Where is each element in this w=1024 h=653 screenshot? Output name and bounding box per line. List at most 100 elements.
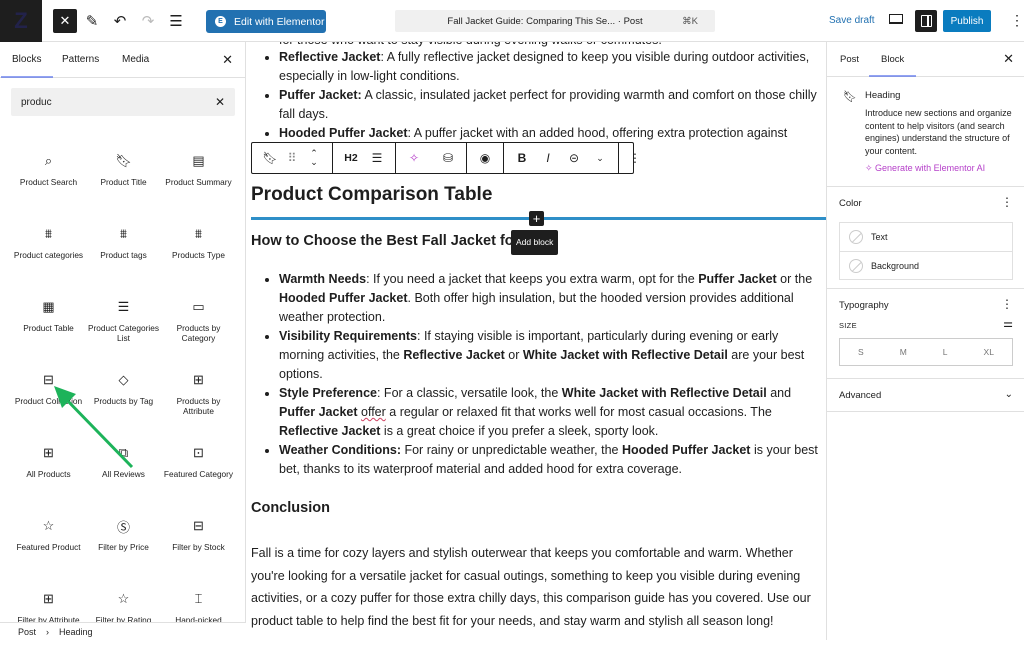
block-item-products-by-category[interactable]: ▭ Products by Category	[161, 288, 236, 361]
block-item-product-categories-list[interactable]: ☰ Product Categories List	[86, 288, 161, 361]
tab-patterns[interactable]: Patterns	[62, 54, 99, 65]
typography-options-icon[interactable]: ⋮	[1001, 297, 1013, 311]
block-item-product-title[interactable]: 🔖︎ Product Title	[86, 142, 161, 215]
selected-heading[interactable]: Product Comparison Table	[251, 182, 492, 208]
color-background-item[interactable]: Background	[840, 251, 1012, 279]
list-item[interactable]: Puffer Jacket: A classic, insulated jack…	[279, 86, 826, 124]
block-item-product-search[interactable]: ⌕ Product Search	[11, 142, 86, 215]
editor-canvas[interactable]: for those who want to stay visible durin…	[246, 42, 826, 640]
publish-button[interactable]: Publish	[943, 10, 991, 32]
block-item-filter-by-stock[interactable]: ⊟ Filter by Stock	[161, 507, 236, 580]
save-draft-button[interactable]: Save draft	[829, 15, 875, 26]
move-up-down-icon[interactable]: ⌃ ⌄	[302, 143, 326, 173]
more-formatting-chevron-icon[interactable]: ⌄	[588, 143, 612, 173]
tab-block[interactable]: Block	[868, 54, 917, 77]
close-inserter-button[interactable]: ✕	[53, 9, 77, 33]
database-icon[interactable]: ⛁	[436, 143, 460, 173]
block-icon: ⩩	[45, 226, 52, 241]
preview-device-icon[interactable]	[889, 14, 903, 24]
list-item[interactable]: Reflective Jacket: A fully reflective ja…	[279, 48, 826, 86]
section-heading[interactable]: How to Choose the Best Fall Jacket fo	[251, 230, 514, 252]
conclusion-paragraph[interactable]: Fall is a time for cozy layers and styli…	[251, 542, 826, 632]
tab-blocks[interactable]: Blocks	[0, 54, 55, 78]
block-item-products-type[interactable]: ⩩ Products Type	[161, 215, 236, 288]
block-item-featured-product[interactable]: ☆ Featured Product	[11, 507, 86, 580]
heading-level-button[interactable]: H2	[339, 143, 363, 173]
block-label: Product Table	[23, 323, 74, 333]
clear-search-icon[interactable]: ✕	[215, 95, 225, 109]
tab-media[interactable]: Media	[122, 54, 149, 65]
options-menu-icon[interactable]: ⋮	[1010, 12, 1024, 29]
block-label: Product Search	[19, 177, 78, 187]
block-item-filter-by-attribute[interactable]: ⊞ Filter by Attribute	[11, 580, 86, 653]
document-overview-icon[interactable]: ☰	[164, 9, 188, 33]
italic-button[interactable]: I	[536, 143, 560, 173]
close-icon[interactable]: ✕	[222, 52, 233, 68]
list-item[interactable]: Visibility Requirements: If staying visi…	[279, 327, 826, 384]
edit-with-elementor-button[interactable]: E Edit with Elementor	[206, 10, 326, 33]
redo-icon[interactable]: ↷	[136, 9, 160, 33]
site-logo[interactable]: Z	[0, 0, 42, 42]
choose-list[interactable]: Warmth Needs: If you need a jacket that …	[246, 270, 826, 479]
eye-icon[interactable]: ◉	[473, 143, 497, 173]
close-sidebar-icon[interactable]: ✕	[1003, 51, 1014, 67]
block-item-all-products[interactable]: ⊞ All Products	[11, 434, 86, 507]
undo-icon[interactable]: ↶	[108, 9, 132, 33]
jacket-list[interactable]: Reflective Jacket: A fully reflective ja…	[246, 48, 826, 143]
block-search-field[interactable]: ✕	[11, 88, 235, 116]
command-palette-bar[interactable]: Fall Jacket Guide: Comparing This Se... …	[395, 10, 715, 32]
font-size-picker: S M L XL	[839, 338, 1013, 366]
size-option-s[interactable]: S	[858, 347, 864, 357]
advanced-panel[interactable]: Advanced ⌄	[827, 379, 1024, 412]
link-icon[interactable]: ⊝	[562, 143, 586, 173]
settings-toggle-button[interactable]	[915, 10, 937, 32]
block-item-filter-by-rating[interactable]: ☆ Filter by Rating	[86, 580, 161, 653]
list-item[interactable]: Warmth Needs: If you need a jacket that …	[279, 270, 826, 327]
block-item-products-by-tag[interactable]: ◇ Products by Tag	[86, 361, 161, 434]
heading-block-icon[interactable]: 🔖︎	[258, 143, 282, 173]
block-label: All Products	[26, 469, 71, 479]
list-item[interactable]: Weather Conditions: For rainy or unpredi…	[279, 441, 826, 479]
text: : If you need a jacket that keeps you ex…	[366, 272, 699, 286]
color-options-icon[interactable]: ⋮	[1001, 195, 1013, 209]
block-item-product-summary[interactable]: ▤ Product Summary	[161, 142, 236, 215]
block-icon: ⩩	[195, 226, 202, 241]
conclusion-heading[interactable]: Conclusion	[251, 499, 330, 518]
block-item-filter-by-price[interactable]: Ⓢ Filter by Price	[86, 507, 161, 580]
block-item-all-reviews[interactable]: ⧉ All Reviews	[86, 434, 161, 507]
block-item-product-tags[interactable]: ⩩ Product tags	[86, 215, 161, 288]
size-option-xl[interactable]: XL	[984, 347, 994, 357]
block-options-icon[interactable]: ⋮	[623, 143, 647, 173]
spellcheck-word[interactable]: offer	[361, 405, 386, 419]
block-search-input[interactable]	[21, 96, 215, 108]
size-option-m[interactable]: M	[900, 347, 907, 357]
edit-with-elementor-label: Edit with Elementor	[234, 15, 325, 28]
pencil-tools-icon[interactable]: ✎	[80, 9, 104, 33]
custom-size-icon[interactable]: ⚌	[1003, 317, 1013, 330]
list-item[interactable]: Hooded Puffer Jacket: A puffer jacket wi…	[279, 124, 826, 143]
generate-with-ai-link[interactable]: ✧ Generate with Elementor AI	[865, 163, 985, 174]
chevron-down-icon[interactable]: ⌄	[1005, 389, 1013, 400]
block-item-product-table[interactable]: ▦ Product Table	[11, 288, 86, 361]
block-icon: ⊟	[43, 372, 54, 387]
size-option-l[interactable]: L	[943, 347, 948, 357]
block-label: Products by Tag	[93, 396, 154, 406]
breadcrumb-item-heading[interactable]: Heading	[59, 627, 93, 637]
drag-handle-icon[interactable]: ⠿	[284, 143, 300, 173]
block-item-featured-category[interactable]: ⊡ Featured Category	[161, 434, 236, 507]
add-block-button[interactable]: +	[529, 211, 544, 226]
block-icon: ▦	[42, 299, 55, 314]
color-text-item[interactable]: Text	[840, 223, 1012, 251]
bold-button[interactable]: B	[510, 143, 534, 173]
tab-post[interactable]: Post	[840, 54, 859, 65]
shortcut-hint: ⌘K	[682, 15, 698, 27]
block-item-products-by-attribute[interactable]: ⊞ Products by Attribute	[161, 361, 236, 434]
block-label: Filter by Stock	[172, 542, 225, 552]
block-item-product-categories[interactable]: ⩩ Product categories	[11, 215, 86, 288]
breadcrumb-item-post[interactable]: Post	[18, 627, 36, 637]
block-item-hand-picked-products[interactable]: ⌶Hand-picked Products	[161, 580, 236, 653]
align-icon[interactable]: ☰	[365, 143, 389, 173]
list-item[interactable]: Style Preference: For a classic, versati…	[279, 384, 826, 441]
block-item-product-collection[interactable]: ⊟ Product Collection	[11, 361, 86, 434]
elementor-ai-icon[interactable]: ✧	[402, 143, 426, 173]
